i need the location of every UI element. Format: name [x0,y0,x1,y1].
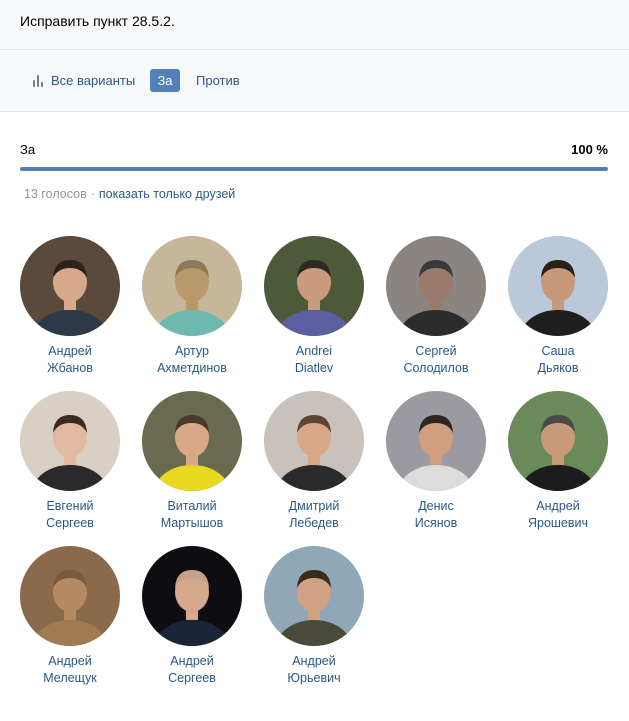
voter-last-name: Жбанов [47,361,93,375]
avatar[interactable] [508,391,608,491]
voter-item[interactable]: Виталий Мартышов [131,391,253,532]
voter-item[interactable]: Денис Исянов [375,391,497,532]
avatar[interactable] [386,236,486,336]
voter-last-name: Сергеев [168,671,216,685]
voter-first-name: Андрей [48,344,92,358]
voter-first-name: Артур [175,344,209,358]
voter-last-name: Юрьевич [287,671,341,685]
avatar[interactable] [142,546,242,646]
voter-first-name: Сергей [415,344,457,358]
voter-item[interactable]: Андрей Юрьевич [253,546,375,687]
voter-last-name: Лебедев [289,516,339,530]
voter-last-name: Сергеев [46,516,94,530]
voter-name[interactable]: Евгений Сергеев [9,498,131,532]
voter-first-name: Виталий [167,499,217,513]
voter-item[interactable]: Сергей Солодилов [375,236,497,377]
voter-name[interactable]: Денис Исянов [375,498,497,532]
voter-first-name: Саша [541,344,575,358]
avatar[interactable] [264,236,364,336]
voters-grid: Андрей Жбанов Артур Ахметдинов Andrei Diatlev… [0,0,629,721]
voter-item[interactable]: Саша Дьяков [497,236,619,377]
avatar[interactable] [142,391,242,491]
avatar[interactable] [142,236,242,336]
voter-item[interactable]: Андрей Ярошевич [497,391,619,532]
voter-first-name: Андрей [170,654,214,668]
voter-name[interactable]: Андрей Юрьевич [253,653,375,687]
voter-name[interactable]: Саша Дьяков [497,343,619,377]
voter-name[interactable]: Андрей Сергеев [131,653,253,687]
voter-first-name: Евгений [46,499,94,513]
voter-name[interactable]: Виталий Мартышов [131,498,253,532]
voter-first-name: Дмитрий [288,499,340,513]
voter-last-name: Ярошевич [527,516,589,530]
voter-name[interactable]: Андрей Жбанов [9,343,131,377]
voter-last-name: Мелещук [43,671,97,685]
voter-item[interactable]: Дмитрий Лебедев [253,391,375,532]
avatar[interactable] [508,236,608,336]
voter-first-name: Денис [418,499,454,513]
voter-name[interactable]: Andrei Diatlev [253,343,375,377]
voter-item[interactable]: Андрей Сергеев [131,546,253,687]
voter-last-name: Diatlev [294,361,334,375]
avatar[interactable] [264,391,364,491]
voter-item[interactable]: Артур Ахметдинов [131,236,253,377]
voter-last-name: Исянов [414,516,458,530]
voter-last-name: Мартышов [160,516,224,530]
avatar[interactable] [20,236,120,336]
voter-name[interactable]: Артур Ахметдинов [131,343,253,377]
voter-name[interactable]: Дмитрий Лебедев [253,498,375,532]
voter-first-name: Andrei [295,344,333,358]
voter-item[interactable]: Andrei Diatlev [253,236,375,377]
voter-item[interactable]: Андрей Жбанов [9,236,131,377]
avatar[interactable] [386,391,486,491]
voter-first-name: Андрей [48,654,92,668]
avatar[interactable] [264,546,364,646]
voter-name[interactable]: Андрей Мелещук [9,653,131,687]
voter-last-name: Солодилов [403,361,469,375]
voter-name[interactable]: Сергей Солодилов [375,343,497,377]
voter-first-name: Андрей [536,499,580,513]
voter-item[interactable]: Евгений Сергеев [9,391,131,532]
avatar[interactable] [20,546,120,646]
voter-name[interactable]: Андрей Ярошевич [497,498,619,532]
voter-last-name: Ахметдинов [157,361,227,375]
voter-last-name: Дьяков [537,361,579,375]
voter-first-name: Андрей [292,654,336,668]
voter-item[interactable]: Андрей Мелещук [9,546,131,687]
avatar[interactable] [20,391,120,491]
